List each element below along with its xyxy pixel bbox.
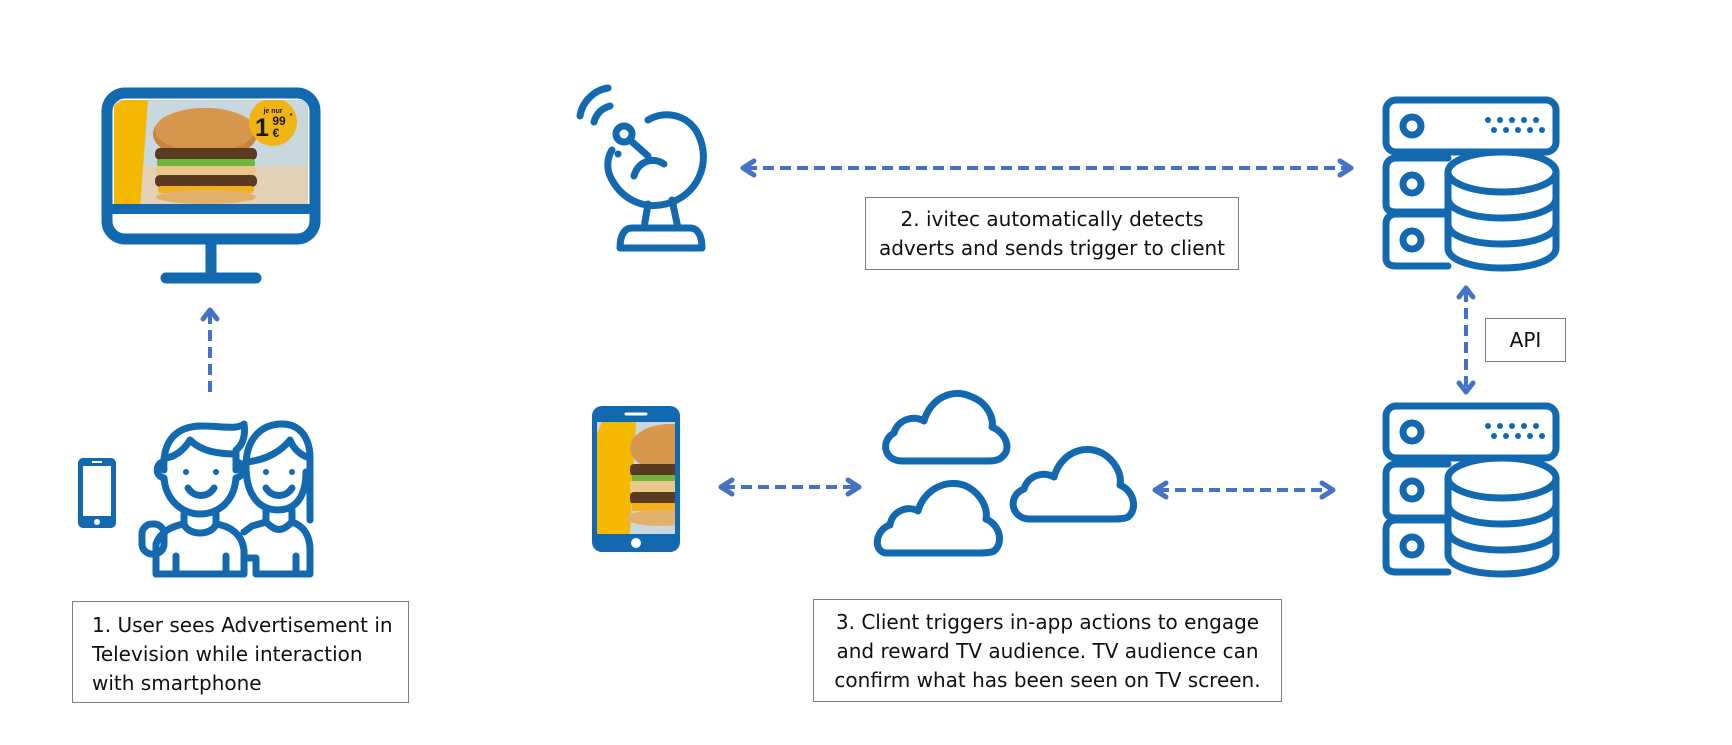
step-1-line-1: 1. User sees Advertisement in [92, 613, 393, 637]
step-1-line-3: with smartphone [92, 671, 262, 695]
users-icon [138, 420, 314, 578]
price-main: 1 [255, 114, 269, 142]
cloud-top [882, 389, 1011, 465]
tv-monitor-icon: je nur 1 99 * € [101, 87, 321, 284]
step-2-description: 2. ivitec automatically detects adverts … [865, 197, 1239, 270]
arrow-satellite-ivitec-server [740, 158, 1354, 178]
smartphone-icon [78, 458, 116, 528]
client-server-database-icon [1382, 402, 1560, 578]
step-3-line-2: and reward TV audience. TV audience can [836, 639, 1259, 663]
arrow-users-to-tv [200, 307, 220, 393]
arrow-api-vertical [1456, 285, 1476, 395]
ivitec-server-database-icon [1382, 96, 1560, 272]
cloud-bottom-left [873, 479, 1004, 557]
price-currency: € [273, 126, 280, 140]
users-node [72, 410, 314, 580]
cloud-icon [873, 389, 1138, 557]
api-label-box: API [1485, 318, 1566, 362]
api-label: API [1509, 328, 1542, 352]
step-3-line-3: confirm what has been seen on TV screen. [834, 668, 1261, 692]
arrow-cloud-client-server [1152, 480, 1336, 500]
step-2-line-2: adverts and sends trigger to client [878, 236, 1226, 260]
arrow-phone-cloud [718, 477, 862, 497]
arrow-head-right-icon [1319, 480, 1336, 500]
price-asterisk: * [290, 113, 293, 120]
step-1-line-2: Television while interaction [92, 642, 363, 666]
satellite-dish-icon [576, 84, 707, 252]
smartphone-app-icon [592, 406, 680, 552]
phone-advert-image [597, 422, 675, 534]
cloud-bottom-right [1009, 445, 1138, 523]
step-3-line-1: 3. Client triggers in-app actions to eng… [835, 610, 1260, 634]
tv-node: je nur 1 99 * € [100, 86, 322, 288]
step-2-line-1: 2. ivitec automatically detects [900, 207, 1204, 231]
step-1-description: 1. User sees Advertisement in Television… [72, 601, 409, 703]
step-3-description: 3. Client triggers in-app actions to eng… [813, 599, 1282, 702]
